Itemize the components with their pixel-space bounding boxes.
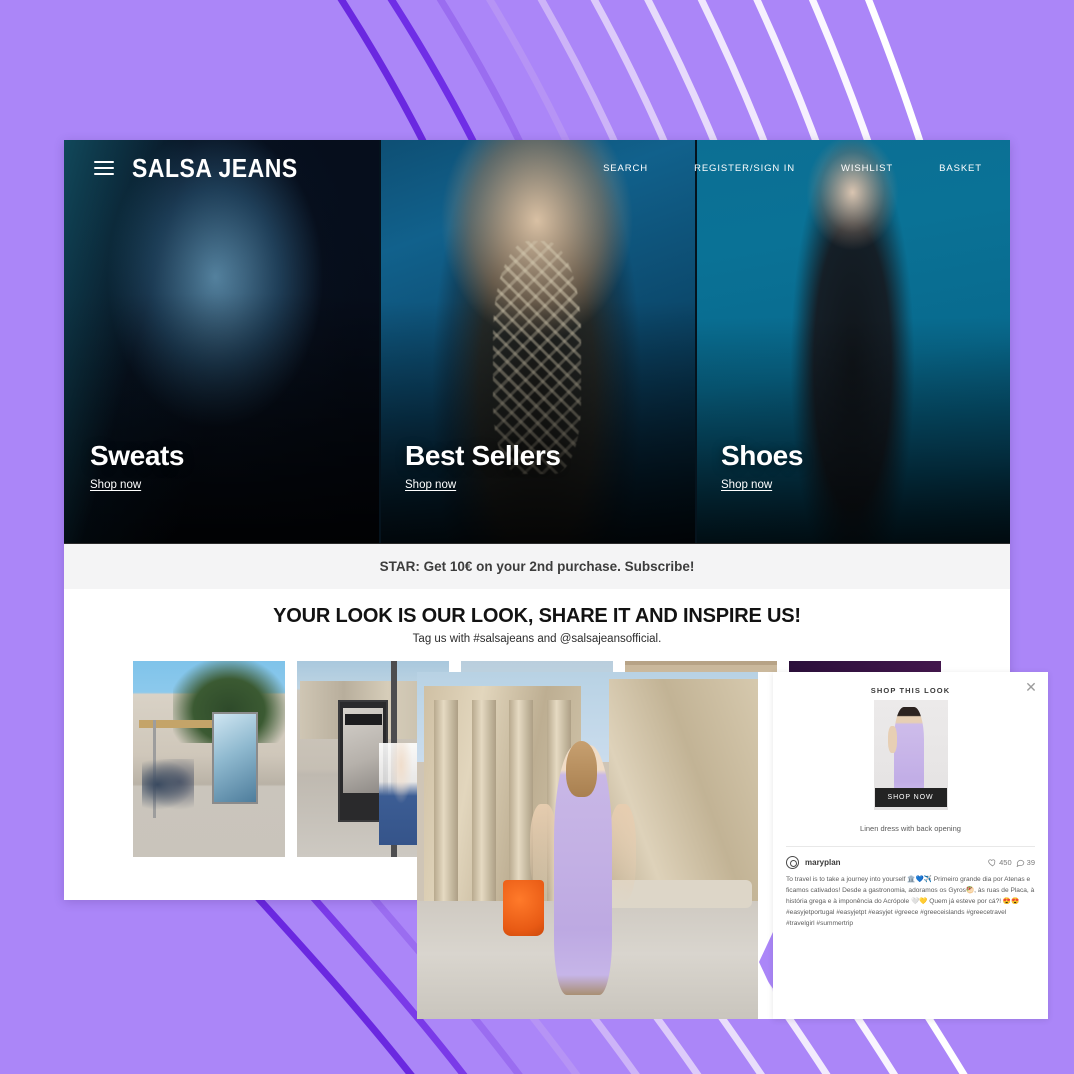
hero-title-best-sellers: Best Sellers [405, 440, 561, 471]
ugc-heading: YOUR LOOK IS OUR LOOK, SHARE IT AND INSP… [273, 605, 801, 627]
promo-banner[interactable]: STAR: Get 10€ on your 2nd purchase. Subs… [64, 543, 1010, 589]
hero-title-shoes: Shoes [721, 440, 804, 471]
hero-shopnow-best-sellers[interactable]: Shop now [405, 479, 456, 491]
hero-panel-best-sellers[interactable]: Best Sellers Shop now [379, 140, 695, 543]
thumb1-shelter [139, 719, 216, 728]
comments-stat: 39 [1016, 858, 1035, 867]
nav-link-basket[interactable]: BASKET [939, 163, 982, 174]
hero-caption-best-sellers: Best Sellers Shop now [405, 440, 561, 493]
close-icon[interactable]: ✕ [1023, 679, 1039, 695]
shop-this-look-title: SHOP THIS LOOK [870, 686, 951, 695]
likes-stat: 450 [988, 858, 1012, 867]
product-image: SHOP NOW [873, 700, 948, 810]
comments-count: 39 [1026, 858, 1035, 867]
product-model-arm [888, 726, 898, 753]
lightbox-notch [758, 672, 773, 1019]
nav-link-register-signin[interactable]: REGISTER/SIGN IN [694, 163, 795, 174]
post-stats: 450 39 [988, 858, 1035, 867]
header-nav: SEARCH REGISTER/SIGN IN WISHLIST BASKET [603, 163, 982, 174]
lightbox-photo [417, 672, 759, 1019]
photo-column-3 [509, 699, 534, 908]
site-header: SALSA JEANS SEARCH REGISTER/SIGN IN WISH… [64, 140, 1010, 196]
hero-shopnow-sweats[interactable]: Shop now [90, 479, 141, 491]
nav-link-search[interactable]: SEARCH [603, 163, 648, 174]
brand-logo[interactable]: SALSA JEANS [132, 153, 298, 183]
photo-column-2 [471, 699, 496, 908]
hero-caption-shoes: Shoes Shop now [721, 440, 803, 493]
hero-divider-1 [379, 140, 381, 543]
likes-count: 450 [999, 858, 1012, 867]
photo-orange-bag [502, 880, 544, 936]
hero-title-sweats: Sweats [90, 440, 185, 471]
screenshot-stage: Sweats Shop now Best Sellers Shop now Sh… [0, 0, 1074, 1074]
ugc-subheading: Tag us with #salsajeans and @salsajeanso… [412, 633, 662, 645]
shop-now-button[interactable]: SHOP NOW [874, 788, 947, 807]
post-header: maryplan 450 39 [773, 847, 1048, 869]
hero-caption-sweats: Sweats Shop now [90, 440, 185, 493]
hero-section: Sweats Shop now Best Sellers Shop now Sh… [64, 140, 1010, 543]
promo-banner-text: STAR: Get 10€ on your 2nd purchase. Subs… [379, 559, 695, 574]
photo-woman-arm-right [608, 803, 636, 902]
hero-panel-sweats[interactable]: Sweats Shop now [64, 140, 379, 543]
hero-shopnow-shoes[interactable]: Shop now [721, 479, 772, 491]
photo-column-1 [434, 699, 459, 908]
hamburger-menu-icon[interactable] [94, 161, 114, 175]
post-caption: To travel is to take a journey into your… [786, 876, 1035, 927]
thumb1-people [142, 759, 194, 810]
thumb2-poster-label [344, 713, 382, 725]
instagram-avatar-icon [786, 856, 799, 869]
heart-icon [988, 859, 996, 867]
comment-bubble-icon [1016, 859, 1024, 867]
thumb1-billboard [212, 711, 258, 805]
nav-link-wishlist[interactable]: WISHLIST [841, 163, 893, 174]
hero-panel-shoes[interactable]: Shoes Shop now [695, 140, 1010, 543]
ugc-lightbox: ✕ SHOP THIS LOOK SHOP NOW Linen dress wi… [417, 672, 1048, 1019]
gallery-thumb-1[interactable] [133, 661, 285, 857]
post-username[interactable]: maryplan [805, 858, 841, 867]
hero-divider-2 [695, 140, 697, 543]
photo-woman-hair [565, 741, 597, 797]
product-card[interactable]: SHOP NOW [873, 700, 948, 810]
lightbox-panel: ✕ SHOP THIS LOOK SHOP NOW Linen dress wi… [773, 672, 1048, 1019]
product-name: Linen dress with back opening [860, 824, 961, 833]
